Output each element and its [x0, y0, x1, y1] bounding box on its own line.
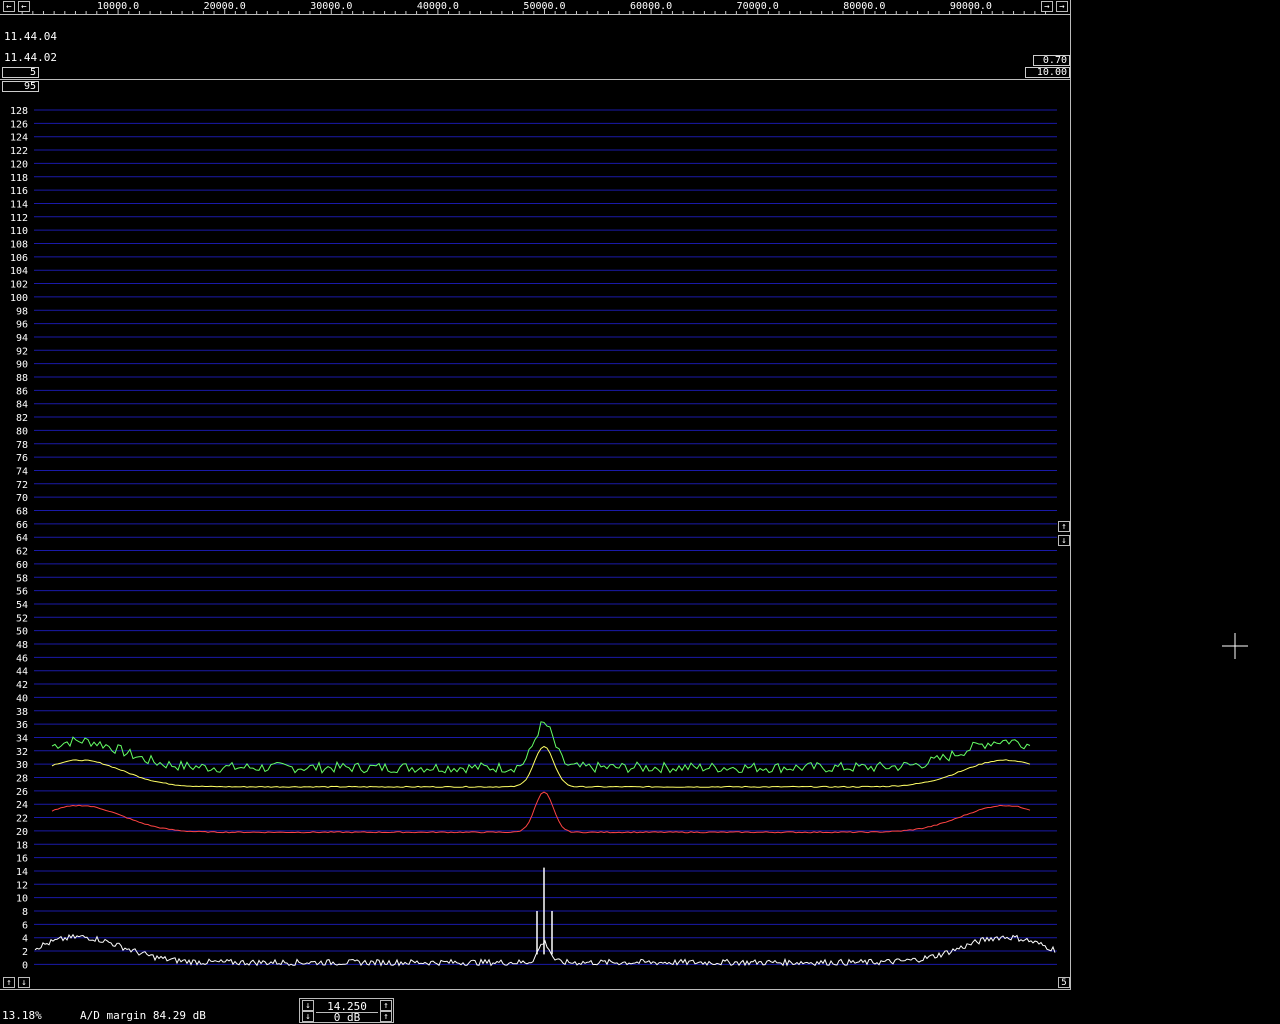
amplitude-label: 2 — [22, 947, 28, 958]
amplitude-label: 74 — [16, 466, 28, 477]
amplitude-label: 92 — [16, 346, 28, 357]
spectrum-down-button[interactable]: ↓ — [18, 977, 30, 988]
amplitude-label: 86 — [16, 386, 28, 397]
amplitude-label: 124 — [10, 133, 28, 144]
amplitude-label: 90 — [16, 360, 28, 371]
amplitude-label: 26 — [16, 787, 28, 798]
amplitude-label: 80 — [16, 426, 28, 437]
gain-up-button[interactable]: ↑ — [380, 1000, 392, 1011]
amplitude-label: 48 — [16, 640, 28, 651]
amplitude-label: 112 — [10, 213, 28, 224]
amplitude-label: 40 — [16, 693, 28, 704]
amplitude-label: 32 — [16, 747, 28, 758]
amplitude-label: 122 — [10, 146, 28, 157]
amplitude-label: 114 — [10, 199, 28, 210]
amplitude-label: 104 — [10, 266, 28, 277]
crosshair-cursor-icon — [1222, 633, 1248, 659]
amplitude-label: 28 — [16, 774, 28, 785]
amplitude-label: 120 — [10, 159, 28, 170]
amplitude-label: 66 — [16, 520, 28, 531]
cpu-load-text: 13.18% — [2, 1009, 42, 1022]
amplitude-label: 18 — [16, 840, 28, 851]
amplitude-label: 34 — [16, 733, 28, 744]
amplitude-label: 68 — [16, 507, 28, 518]
ad-margin-text: A/D margin 84.29 dB — [80, 1009, 206, 1022]
amplitude-label: 102 — [10, 280, 28, 291]
amplitude-label: 84 — [16, 400, 28, 411]
gain-down-button[interactable]: ↓ — [302, 1000, 314, 1011]
db-up-button[interactable]: ↑ — [380, 1011, 392, 1022]
amplitude-label: 108 — [10, 240, 28, 251]
amplitude-label: 54 — [16, 600, 28, 611]
amplitude-label: 10 — [16, 894, 28, 905]
amplitude-label: 64 — [16, 533, 28, 544]
amplitude-label: 106 — [10, 253, 28, 264]
amplitude-label: 22 — [16, 814, 28, 825]
amplitude-label: 24 — [16, 800, 28, 811]
db-value[interactable]: 0 dB — [316, 1012, 378, 1023]
amplitude-label: 62 — [16, 547, 28, 558]
amplitude-label: 58 — [16, 573, 28, 584]
amplitude-label: 6 — [22, 920, 28, 931]
spectrum-graph: 1281261241221201181161141121101081061041… — [10, 106, 1057, 971]
amplitude-label: 96 — [16, 320, 28, 331]
amplitude-label: 50 — [16, 627, 28, 638]
amplitude-label: 88 — [16, 373, 28, 384]
amplitude-label: 82 — [16, 413, 28, 424]
amplitude-label: 76 — [16, 453, 28, 464]
amplitude-label: 4 — [22, 934, 28, 945]
trace-white — [34, 933, 1056, 967]
amplitude-label: 100 — [10, 293, 28, 304]
amplitude-label: 12 — [16, 880, 28, 891]
amplitude-label: 128 — [10, 106, 28, 117]
amplitude-label: 116 — [10, 186, 28, 197]
amplitude-label: 30 — [16, 760, 28, 771]
db-down-button[interactable]: ↓ — [302, 1011, 314, 1022]
spectrum-up-button[interactable]: ↑ — [3, 977, 15, 988]
gain-control: ↓ 14.250 ↑ ↓ 0 dB ↑ — [299, 998, 394, 1023]
amplitude-label: 8 — [22, 907, 28, 918]
spectrum-avg-box[interactable]: 5 — [1058, 977, 1070, 988]
amplitude-label: 60 — [16, 560, 28, 571]
amplitude-label: 46 — [16, 653, 28, 664]
amplitude-label: 72 — [16, 480, 28, 491]
amplitude-label: 52 — [16, 613, 28, 624]
amplitude-label: 42 — [16, 680, 28, 691]
amplitude-label: 14 — [16, 867, 28, 878]
amplitude-label: 94 — [16, 333, 28, 344]
amplitude-label: 118 — [10, 173, 28, 184]
trace-red — [51, 791, 1031, 834]
amplitude-label: 110 — [10, 226, 28, 237]
amplitude-label: 126 — [10, 119, 28, 130]
amplitude-label: 44 — [16, 667, 28, 678]
amplitude-label: 70 — [16, 493, 28, 504]
amplitude-label: 16 — [16, 854, 28, 865]
amplitude-label: 0 — [22, 960, 28, 971]
amplitude-scroll-down-button[interactable]: ↓ — [1058, 535, 1070, 546]
amplitude-label: 56 — [16, 587, 28, 598]
amplitude-label: 20 — [16, 827, 28, 838]
amplitude-label: 38 — [16, 707, 28, 718]
amplitude-label: 78 — [16, 440, 28, 451]
trace-green — [51, 721, 1031, 774]
amplitude-label: 36 — [16, 720, 28, 731]
amplitude-scroll-up-button[interactable]: ↑ — [1058, 521, 1070, 532]
trace-yellow — [51, 745, 1031, 788]
amplitude-label: 98 — [16, 306, 28, 317]
waterfall-divider — [0, 79, 1071, 80]
